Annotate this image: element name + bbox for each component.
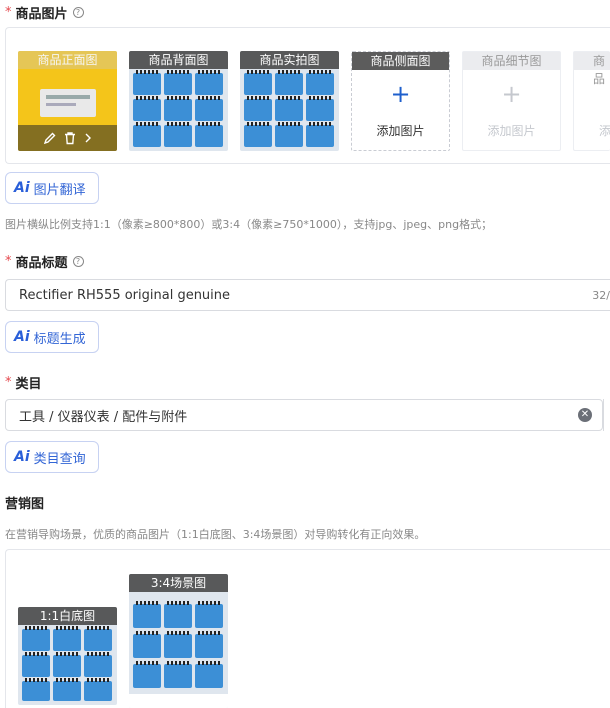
chevron-right-icon[interactable] <box>83 131 93 145</box>
delete-icon[interactable] <box>63 131 77 145</box>
image-slot-detail: 商品细节图 + 添加图片 <box>462 51 561 151</box>
image-slot-caption: 商品侧面图 <box>352 52 449 70</box>
image-slot-caption: 商品正面图 <box>18 51 117 69</box>
question-circle-icon[interactable]: ? <box>72 256 84 267</box>
marketing-image-caption: 1:1白底图 <box>18 607 117 625</box>
image-slot-front[interactable]: 商品正面图 <box>18 51 117 151</box>
image-slot-back[interactable]: 商品背面图 <box>129 51 228 151</box>
image-slot-caption: 商品 <box>574 52 610 86</box>
plus-icon: + <box>501 80 522 108</box>
image-slot-caption: 商品实拍图 <box>240 51 339 69</box>
ai-icon: Ai <box>14 329 30 345</box>
close-circle-icon[interactable]: ✕ <box>578 408 592 422</box>
image-slot-real[interactable]: 商品实拍图 <box>240 51 339 151</box>
edit-icon[interactable] <box>43 131 57 145</box>
image-slot-extra: 商品 添 <box>573 51 610 151</box>
marketing-image-caption: 3:4场景图 <box>129 574 228 592</box>
ai-icon: Ai <box>14 449 30 465</box>
marketing-label: 营销图 <box>5 497 45 512</box>
product-images-label: * 商品图片 ? <box>5 3 84 22</box>
add-image-label: 添加图片 <box>487 124 536 138</box>
image-translate-button[interactable]: Ai 图片翻译 <box>5 172 99 204</box>
category-query-button[interactable]: Ai 类目查询 <box>5 441 99 473</box>
add-image-label: 添 <box>599 124 610 138</box>
marketing-image-square[interactable]: 1:1白底图 <box>18 607 117 705</box>
product-title-input[interactable]: Rectifier RH555 original genuine 32/ <box>5 279 610 311</box>
plus-icon: + <box>390 80 411 108</box>
marketing-image-portrait[interactable]: 3:4场景图 <box>129 574 228 708</box>
add-image-label: 添加图片 <box>376 124 425 138</box>
image-slot-side[interactable]: 商品侧面图 + 添加图片 <box>351 51 450 151</box>
image-slot-caption: 商品细节图 <box>463 52 560 70</box>
category-label: * 类目 <box>5 375 42 392</box>
ai-icon: Ai <box>14 180 30 196</box>
title-generate-button[interactable]: Ai 标题生成 <box>5 321 99 353</box>
question-circle-icon[interactable]: ? <box>72 7 84 18</box>
category-select[interactable]: 工具 / 仪器仪表 / 配件与附件 ✕ <box>5 399 603 431</box>
marketing-hint: 在营销导购场景，优质的商品图片（1:1白底图、3:4场景图）对导购转化有正向效果… <box>5 528 426 541</box>
image-actions <box>18 125 117 151</box>
image-slot-caption: 商品背面图 <box>129 51 228 69</box>
image-format-hint: 图片横纵比例支持1:1（像素≥800*800）或3:4（像素≥750*1000）… <box>5 218 493 231</box>
product-title-label: * 商品标题 ? <box>5 252 84 271</box>
title-char-counter: 32/ <box>592 289 610 302</box>
